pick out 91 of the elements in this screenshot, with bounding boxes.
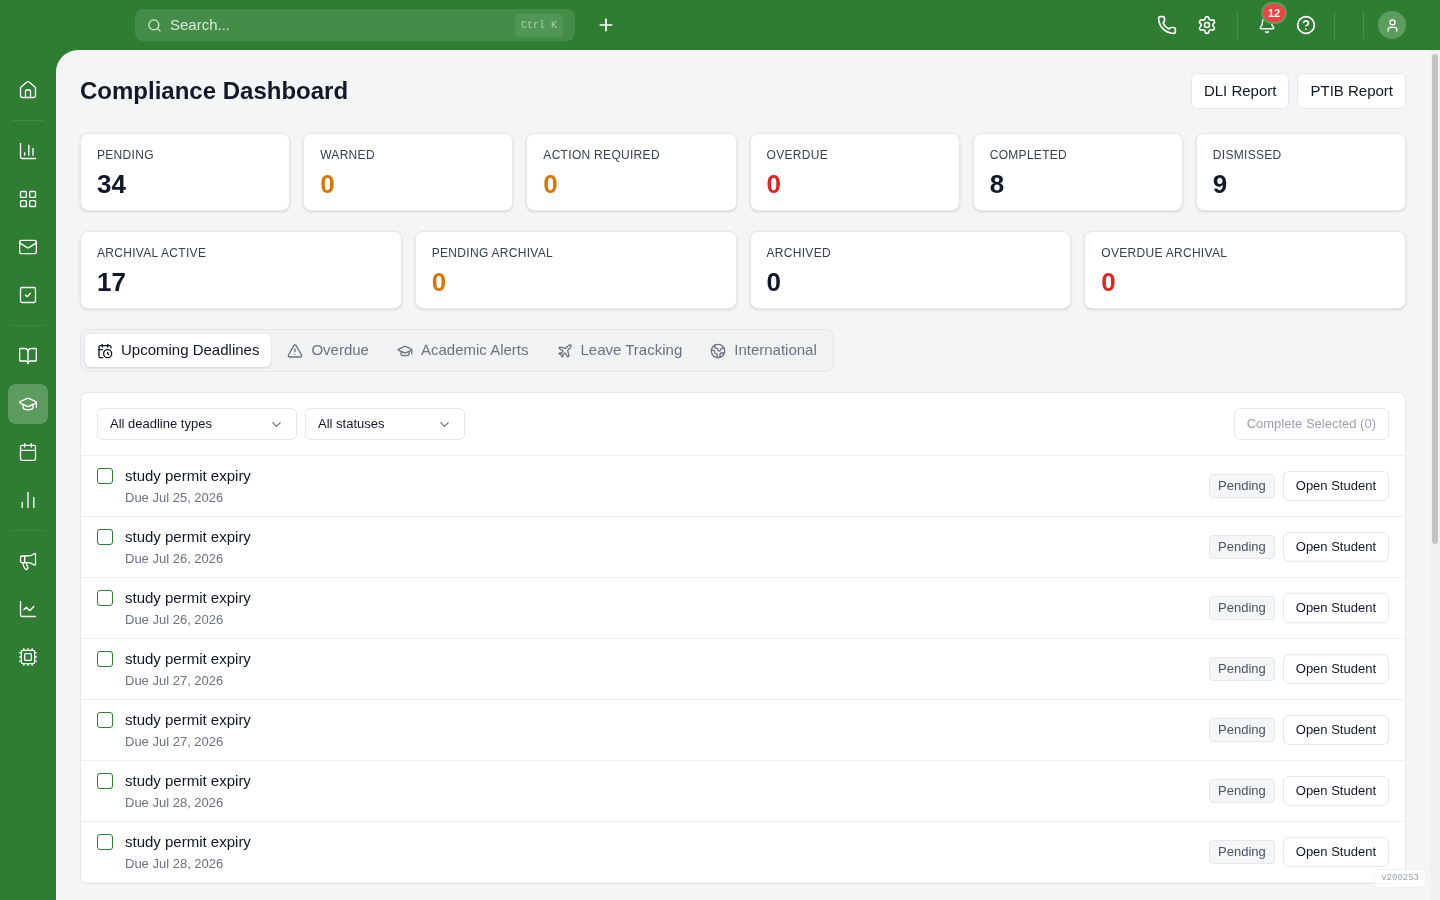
page-title: Compliance Dashboard xyxy=(80,76,349,106)
open-student-button[interactable]: Open Student xyxy=(1282,776,1389,806)
tab[interactable]: Academic Alerts xyxy=(384,334,541,367)
checkbox[interactable] xyxy=(97,468,113,484)
stat-value: 0 xyxy=(320,168,336,201)
deadline-title: study permit expiry xyxy=(125,832,252,852)
status-tag: Pending xyxy=(1209,535,1275,559)
plane-icon xyxy=(556,342,573,359)
due-date: Due Jul 26, 2026 xyxy=(125,610,225,629)
due-date: Due Jul 28, 2026 xyxy=(125,854,225,873)
stat-value: 9 xyxy=(1212,168,1229,201)
status-tag: Pending xyxy=(1209,657,1275,681)
stat-label: OVERDUE ARCHIVAL xyxy=(1101,245,1229,262)
help-icon[interactable] xyxy=(1296,15,1316,35)
chip-icon xyxy=(18,647,38,667)
line-chart-icon xyxy=(18,599,38,619)
due-date: Due Jul 25, 2026 xyxy=(125,488,225,507)
status-tag: Pending xyxy=(1209,718,1275,742)
version-label: v200253 xyxy=(1374,868,1426,888)
notification-badge: 12 xyxy=(1263,4,1286,22)
deadline-title: study permit expiry xyxy=(125,649,252,669)
tab[interactable]: International xyxy=(698,334,829,367)
home-icon xyxy=(18,80,38,100)
tab[interactable]: Overdue xyxy=(275,334,381,367)
due-date: Due Jul 27, 2026 xyxy=(125,671,225,690)
checkbox[interactable] xyxy=(97,651,113,667)
calendar-icon xyxy=(18,442,38,462)
status-tag: Pending xyxy=(1209,840,1275,864)
tab[interactable]: Leave Tracking xyxy=(544,334,695,367)
checkbox[interactable] xyxy=(97,712,113,728)
user-icon xyxy=(1384,17,1400,33)
deadline-title: study permit expiry xyxy=(125,527,252,547)
sidebar-item[interactable] xyxy=(8,384,48,424)
search-placeholder: Search... xyxy=(170,14,232,35)
tab[interactable]: Upcoming Deadlines xyxy=(85,334,272,367)
mail-icon xyxy=(18,237,38,257)
shortcut-hint: Ctrl K xyxy=(515,13,563,37)
filter-dropdown[interactable]: All deadline types xyxy=(97,408,297,440)
stat-label: COMPLETED xyxy=(989,147,1069,164)
bar-chart-icon xyxy=(18,141,38,161)
checkbox[interactable] xyxy=(97,834,113,850)
deadline-title: study permit expiry xyxy=(125,771,252,791)
stat-label: WARNED xyxy=(320,147,376,164)
checkbox[interactable] xyxy=(97,590,113,606)
checkbox[interactable] xyxy=(97,773,113,789)
deadline-title: study permit expiry xyxy=(125,710,252,730)
stat-value: 0 xyxy=(766,266,782,299)
calendar-clock-icon xyxy=(97,342,113,359)
open-student-button[interactable]: Open Student xyxy=(1282,593,1389,623)
search-icon xyxy=(147,17,162,33)
open-student-button[interactable]: Open Student xyxy=(1282,837,1389,867)
stat-label: PENDING xyxy=(97,147,155,164)
report-button[interactable]: DLI Report xyxy=(1190,73,1290,109)
stat-value: 0 xyxy=(431,266,448,299)
avatar[interactable] xyxy=(1378,11,1406,39)
due-date: Due Jul 27, 2026 xyxy=(125,732,225,751)
open-student-button[interactable]: Open Student xyxy=(1282,715,1389,745)
stat-label: ARCHIVED xyxy=(766,245,832,262)
deadline-title: study permit expiry xyxy=(125,466,252,486)
stat-value: 17 xyxy=(97,266,127,299)
stat-value: 0 xyxy=(1101,266,1117,299)
stat-value: 0 xyxy=(543,168,559,201)
globe-icon xyxy=(710,342,727,359)
book-icon xyxy=(18,346,38,366)
deadline-title: study permit expiry xyxy=(125,588,252,608)
open-student-button[interactable]: Open Student xyxy=(1282,532,1389,562)
stat-value: 8 xyxy=(989,168,1006,201)
status-tag: Pending xyxy=(1209,779,1275,803)
open-student-button[interactable]: Open Student xyxy=(1282,654,1389,684)
scrollbar[interactable] xyxy=(1430,50,1440,900)
stat-label: PENDING ARCHIVAL xyxy=(431,245,555,262)
status-tag: Pending xyxy=(1209,474,1275,498)
open-student-button[interactable]: Open Student xyxy=(1282,471,1389,501)
settings-icon[interactable] xyxy=(1197,15,1217,35)
due-date: Due Jul 28, 2026 xyxy=(125,793,225,812)
warning-icon xyxy=(287,342,304,359)
checkbox[interactable] xyxy=(97,529,113,545)
report-button[interactable]: PTIB Report xyxy=(1297,73,1406,109)
grid-icon xyxy=(18,189,38,209)
megaphone-icon xyxy=(18,551,38,571)
stat-label: ACTION REQUIRED xyxy=(543,147,661,164)
due-date: Due Jul 26, 2026 xyxy=(125,549,225,568)
stat-value: 0 xyxy=(766,168,782,201)
phone-icon[interactable] xyxy=(1157,15,1177,35)
status-tag: Pending xyxy=(1209,596,1275,620)
stat-label: OVERDUE xyxy=(766,147,829,164)
stat-label: ARCHIVAL ACTIVE xyxy=(97,245,208,262)
filter-dropdown[interactable]: All statuses xyxy=(305,408,465,440)
checkbox-icon xyxy=(18,285,38,305)
stat-label: DISMISSED xyxy=(1212,147,1283,164)
stat-value: 34 xyxy=(97,168,127,201)
